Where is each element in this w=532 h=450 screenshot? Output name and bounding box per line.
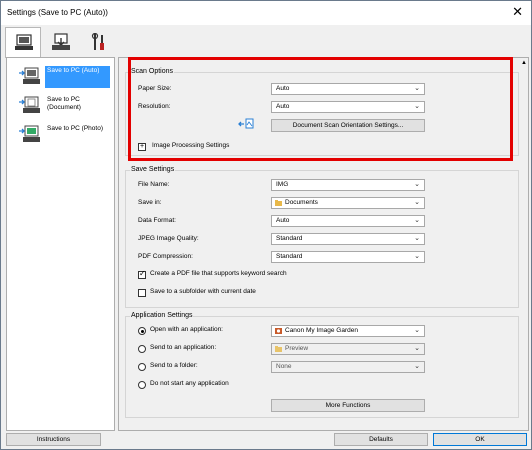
paper-size-label: Paper Size: (138, 85, 172, 92)
create-pdf-keyword-label: Create a PDF file that supports keyword … (150, 270, 287, 277)
data-format-value: Auto (276, 217, 290, 224)
save-photo-icon (19, 125, 40, 142)
folder-icon (275, 346, 282, 352)
sidebar-item-label: Save to PC (Document) (47, 96, 81, 111)
save-in-value: Documents (285, 199, 318, 206)
pdf-compression-label: PDF Compression: (138, 253, 193, 260)
jpeg-quality-value: Standard (276, 235, 303, 242)
resolution-label: Resolution: (138, 103, 171, 110)
send-to-folder-value: None (276, 363, 292, 370)
save-document-icon (19, 96, 40, 113)
save-in-select[interactable]: Documents ⌄ (271, 197, 425, 209)
send-to-folder-label: Send to a folder: (150, 362, 198, 369)
image-garden-icon (275, 328, 282, 334)
send-to-folder-select[interactable]: None ⌄ (271, 361, 425, 373)
chevron-down-icon: ⌄ (414, 345, 420, 352)
instructions-button[interactable]: Instructions (6, 433, 101, 446)
defaults-button[interactable]: Defaults (334, 433, 428, 446)
save-settings-group: Save Settings File Name: IMG ⌄ Save in: … (125, 166, 519, 308)
document-scan-orientation-button[interactable]: Document Scan Orientation Settings... (271, 119, 425, 132)
chevron-down-icon: ⌄ (414, 235, 420, 242)
send-to-app-label: Send to an application: (150, 344, 217, 351)
tab-general-settings[interactable] (81, 27, 117, 57)
send-to-app-value: Preview (285, 345, 309, 352)
file-name-label: File Name: (138, 181, 170, 188)
chevron-down-icon: ⌄ (414, 103, 420, 110)
chevron-down-icon: ⌄ (414, 85, 420, 92)
resolution-value: Auto (276, 103, 290, 110)
open-with-app-value: Canon My Image Garden (285, 327, 358, 334)
vertical-scrollbar[interactable]: ▲ (520, 58, 528, 428)
file-name-combo[interactable]: IMG ⌄ (271, 179, 425, 191)
tools-icon (91, 33, 104, 50)
jpeg-quality-select[interactable]: Standard ⌄ (271, 233, 425, 245)
sidebar-item-save-document[interactable]: Save to PC (Document) (7, 91, 114, 121)
image-processing-label: Image Processing Settings (152, 142, 230, 149)
resolution-select[interactable]: Auto ⌄ (271, 101, 425, 113)
scan-to-pc-icon (52, 33, 70, 50)
chevron-down-icon: ⌄ (414, 327, 420, 334)
sidebar-item-save-auto[interactable]: Save to PC (Auto) (7, 62, 114, 92)
scroll-up-icon[interactable]: ▲ (521, 60, 527, 66)
save-auto-icon (19, 67, 40, 84)
paper-size-select[interactable]: Auto ⌄ (271, 83, 425, 95)
orientation-icon (238, 118, 254, 129)
settings-window: Settings (Save to PC (Auto)) ✕ Save to P… (0, 0, 532, 450)
application-settings-label: Application Settings (130, 312, 194, 319)
save-settings-label: Save Settings (130, 166, 176, 173)
application-settings-group: Application Settings Open with an applic… (125, 312, 519, 418)
chevron-down-icon: ⌄ (414, 199, 420, 206)
folder-icon (275, 200, 282, 206)
data-format-label: Data Format: (138, 217, 176, 224)
data-format-select[interactable]: Auto ⌄ (271, 215, 425, 227)
scan-options-label: Scan Options (130, 68, 175, 75)
open-with-app-radio[interactable] (138, 327, 146, 335)
open-with-app-label: Open with an application: (150, 326, 223, 333)
send-to-app-radio[interactable] (138, 345, 146, 353)
save-in-label: Save in: (138, 199, 162, 206)
tab-scan-from-panel[interactable] (43, 27, 79, 57)
chevron-down-icon: ⌄ (414, 253, 420, 260)
expand-image-processing-icon[interactable]: + (138, 143, 146, 151)
chevron-down-icon: ⌄ (414, 181, 420, 188)
computer-scan-icon (15, 34, 33, 50)
chevron-down-icon: ⌄ (414, 363, 420, 370)
title-bar: Settings (Save to PC (Auto)) ✕ (1, 1, 531, 25)
sidebar-item-label: Save to PC (Auto) (45, 66, 110, 88)
pdf-compression-value: Standard (276, 253, 303, 260)
chevron-down-icon: ⌄ (414, 217, 420, 224)
sidebar-item-save-photo[interactable]: Save to PC (Photo) (7, 120, 114, 150)
ok-button[interactable]: OK (433, 433, 527, 446)
radio-dot (140, 329, 144, 333)
more-functions-button[interactable]: More Functions (271, 399, 425, 412)
close-icon[interactable]: ✕ (512, 5, 523, 18)
expand-glyph: + (139, 143, 145, 150)
window-title: Settings (Save to PC (Auto)) (7, 8, 108, 17)
save-subfolder-label: Save to a subfolder with current date (150, 288, 256, 295)
settings-panel: ▲ Scan Options Paper Size: Auto ⌄ Resolu… (118, 57, 529, 431)
send-to-app-select[interactable]: Preview ⌄ (271, 343, 425, 355)
do-not-start-label: Do not start any application (150, 380, 229, 387)
sidebar: Save to PC (Auto) Save to PC (Document) … (6, 57, 115, 431)
paper-size-value: Auto (276, 85, 290, 92)
jpeg-quality-label: JPEG Image Quality: (138, 235, 199, 242)
do-not-start-radio[interactable] (138, 381, 146, 389)
pdf-compression-select[interactable]: Standard ⌄ (271, 251, 425, 263)
create-pdf-keyword-checkbox[interactable]: ✓ (138, 269, 146, 279)
file-name-value: IMG (276, 181, 289, 188)
send-to-folder-radio[interactable] (138, 363, 146, 371)
checkmark-icon: ✓ (139, 269, 146, 278)
save-subfolder-checkbox[interactable] (138, 289, 146, 297)
scan-options-group: Scan Options Paper Size: Auto ⌄ Resoluti… (125, 68, 519, 156)
tab-scan-from-computer[interactable] (5, 27, 41, 58)
open-with-app-select[interactable]: Canon My Image Garden ⌄ (271, 325, 425, 337)
sidebar-item-label: Save to PC (Photo) (47, 125, 103, 132)
